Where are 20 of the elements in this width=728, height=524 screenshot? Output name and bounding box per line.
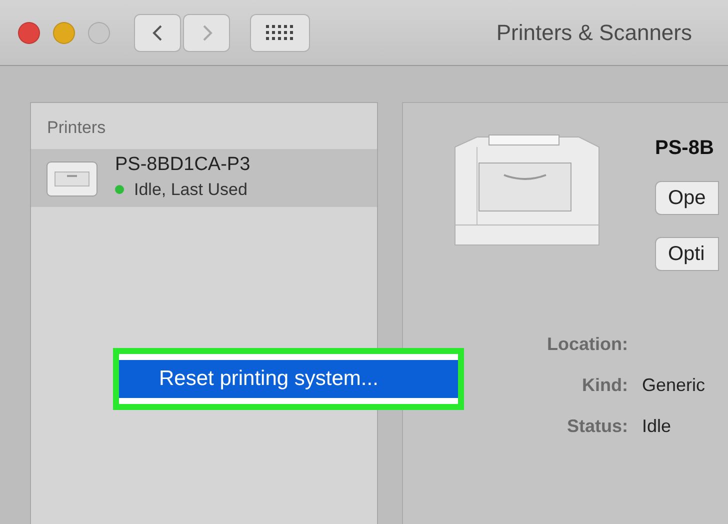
- field-value: Generic: [642, 374, 706, 397]
- detail-button[interactable]: Opti: [655, 237, 719, 271]
- menu-item[interactable]: Reset printing system...: [119, 360, 458, 398]
- printer-status: Idle, Last Used: [134, 178, 248, 201]
- printer-title: PS-8B: [655, 136, 715, 161]
- field-label: Kind:: [581, 374, 628, 397]
- printer-list-item[interactable]: PS-8BD1CA-P3 Idle, Last Used: [31, 148, 377, 206]
- grid-icon: [266, 24, 294, 40]
- detail-button[interactable]: Ope: [655, 181, 719, 215]
- minimize-button[interactable]: [53, 22, 75, 44]
- window-title: Printers & Scanners: [496, 19, 692, 47]
- back-button[interactable]: [134, 14, 181, 52]
- close-button[interactable]: [18, 22, 40, 44]
- field-label: Location:: [547, 333, 628, 356]
- field-value: Idle: [642, 415, 672, 438]
- zoom-button[interactable]: [88, 22, 110, 44]
- field-label: Status:: [566, 415, 628, 438]
- printer-name: PS-8BD1CA-P3: [115, 152, 250, 177]
- show-all-button[interactable]: [250, 14, 310, 52]
- list-header: Printers: [46, 117, 107, 139]
